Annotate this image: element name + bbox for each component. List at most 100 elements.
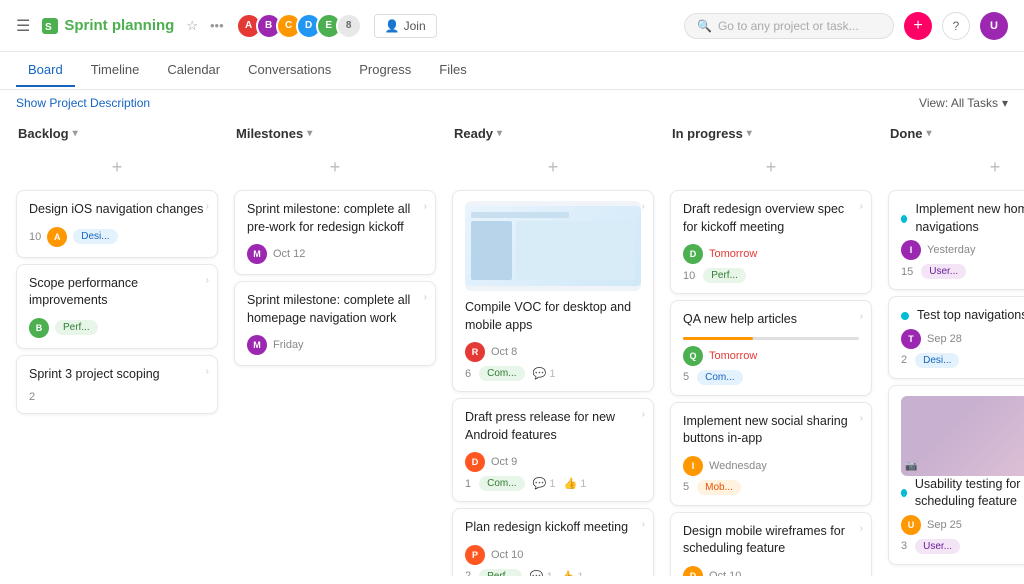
search-icon: 🔍	[697, 19, 712, 33]
card-date: Friday	[273, 339, 304, 351]
avatar: Q	[683, 346, 703, 366]
avatar: M	[247, 335, 267, 355]
user-avatar[interactable]: U	[980, 12, 1008, 40]
card[interactable]: › 📷 Usability testing for new scheduling…	[888, 385, 1024, 565]
card-title: Compile VOC for desktop and mobile apps	[465, 299, 641, 334]
nav-item-files[interactable]: Files	[427, 54, 478, 87]
nav-item-board[interactable]: Board	[16, 54, 75, 87]
column-title-milestones: Milestones ▾	[236, 126, 312, 141]
search-placeholder: Go to any project or task...	[718, 19, 859, 33]
nav-item-timeline[interactable]: Timeline	[79, 54, 152, 87]
card[interactable]: › Compile VOC for desktop and mobile app…	[452, 190, 654, 392]
view-all-tasks[interactable]: View: All Tasks ▾	[919, 96, 1008, 110]
card-done-image: 📷	[901, 396, 1024, 476]
nav-item-conversations[interactable]: Conversations	[236, 54, 343, 87]
add-card-ready[interactable]: +	[452, 153, 654, 182]
join-button[interactable]: 👤 Join	[374, 14, 437, 38]
add-card-backlog[interactable]: +	[16, 153, 218, 182]
card-title: Design iOS navigation changes	[29, 201, 205, 219]
person-icon: 👤	[385, 19, 400, 33]
card[interactable]: › Test top navigations T Sep 28 2 Desi..…	[888, 296, 1024, 379]
card[interactable]: › Implement new social sharing buttons i…	[670, 402, 872, 506]
card-actions: 5 Com...	[683, 370, 859, 385]
more-options-icon[interactable]: •••	[210, 18, 224, 33]
card-chevron-icon: ›	[860, 311, 863, 322]
avatar: I	[683, 456, 703, 476]
column-title-backlog: Backlog ▾	[18, 126, 78, 141]
card-chevron-icon: ›	[642, 409, 645, 420]
help-button[interactable]: ?	[942, 12, 970, 40]
chevron-icon: ▾	[747, 128, 752, 139]
chevron-icon: ▾	[927, 128, 932, 139]
chevron-icon: ▾	[73, 128, 78, 139]
nav-item-calendar[interactable]: Calendar	[155, 54, 232, 87]
card-number: 2	[465, 570, 471, 576]
card-title: Sprint milestone: complete all homepage …	[247, 292, 423, 327]
nav-bar: Board Timeline Calendar Conversations Pr…	[0, 52, 1024, 90]
card-meta: Q Tomorrow	[683, 346, 859, 366]
card[interactable]: › Design iOS navigation changes 10 A Des…	[16, 190, 218, 258]
show-description-link[interactable]: Show Project Description	[16, 96, 150, 110]
card-actions: 10 Perf...	[683, 268, 859, 283]
column-backlog: Backlog ▾ + › Design iOS navigation chan…	[8, 116, 226, 568]
card-meta: 10 A Desi...	[29, 227, 205, 247]
card-chevron-icon: ›	[860, 523, 863, 534]
nav-item-progress[interactable]: Progress	[347, 54, 423, 87]
card[interactable]: › Plan redesign kickoff meeting P Oct 10…	[452, 508, 654, 576]
add-card-inprogress[interactable]: +	[670, 153, 872, 182]
card-title: Sprint milestone: complete all pre-work …	[247, 201, 423, 236]
card-tag: User...	[921, 264, 966, 279]
search-bar[interactable]: 🔍 Go to any project or task...	[684, 13, 894, 39]
card-tag: Com...	[697, 370, 742, 385]
add-button[interactable]: +	[904, 12, 932, 40]
card[interactable]: › QA new help articles Q Tomorrow 5 Com.…	[670, 300, 872, 396]
progress-fill	[683, 337, 753, 340]
card-date: Wednesday	[709, 460, 767, 472]
card[interactable]: › Sprint 3 project scoping 2	[16, 355, 218, 415]
card[interactable]: › Scope performance improvements B Perf.…	[16, 264, 218, 349]
like-icon: 👍 1	[563, 477, 586, 490]
avatar: A	[47, 227, 67, 247]
card-number: 5	[683, 371, 689, 383]
app-logo: S Sprint planning	[42, 17, 174, 34]
card[interactable]: › Sprint milestone: complete all homepag…	[234, 281, 436, 366]
card-meta: M Friday	[247, 335, 423, 355]
star-icon[interactable]: ☆	[186, 18, 198, 34]
browser-sidebar	[471, 221, 512, 280]
teal-status-icon	[901, 489, 907, 497]
chevron-down-icon: ▾	[1002, 96, 1008, 110]
comment-icon: 💬 1	[530, 570, 553, 577]
menu-icon[interactable]: ☰	[16, 16, 30, 36]
comment-icon: 💬 1	[533, 367, 556, 380]
card[interactable]: › Draft redesign overview spec for kicko…	[670, 190, 872, 294]
avatar: M	[247, 244, 267, 264]
card-meta: U Sep 25	[901, 515, 1024, 535]
card-date: Oct 9	[491, 456, 517, 468]
card-date: Oct 12	[273, 248, 305, 260]
card-date: Sep 25	[927, 519, 962, 531]
add-card-milestones[interactable]: +	[234, 153, 436, 182]
card[interactable]: › Design mobile wireframes for schedulin…	[670, 512, 872, 577]
card-title: Draft press release for new Android feat…	[465, 409, 641, 444]
avatar: P	[465, 545, 485, 565]
add-card-done[interactable]: +	[888, 153, 1024, 182]
avatar: B	[29, 318, 49, 338]
avatar: U	[901, 515, 921, 535]
card-tag: Mob...	[697, 480, 741, 495]
card-actions: 1 Com... 💬 1 👍 1	[465, 476, 641, 491]
card-tag: Desi...	[915, 353, 959, 368]
mock-browser-image	[465, 206, 641, 286]
teal-status-icon	[901, 312, 909, 320]
card-actions: 2 Desi...	[901, 353, 1024, 368]
avatar-count[interactable]: 8	[336, 13, 362, 39]
card-date: Tomorrow	[709, 248, 757, 260]
card[interactable]: › Draft press release for new Android fe…	[452, 398, 654, 502]
card-number: 6	[465, 368, 471, 380]
avatar-group: A B C D E 8	[236, 13, 362, 39]
column-header-done: Done ▾	[888, 120, 1024, 145]
column-inprogress: In progress ▾ + › Draft redesign overvie…	[662, 116, 880, 568]
card[interactable]: › Sprint milestone: complete all pre-wor…	[234, 190, 436, 275]
card[interactable]: › Implement new homepage navigations I Y…	[888, 190, 1024, 290]
card-chevron-icon: ›	[424, 292, 427, 303]
card-date: Yesterday	[927, 244, 976, 256]
